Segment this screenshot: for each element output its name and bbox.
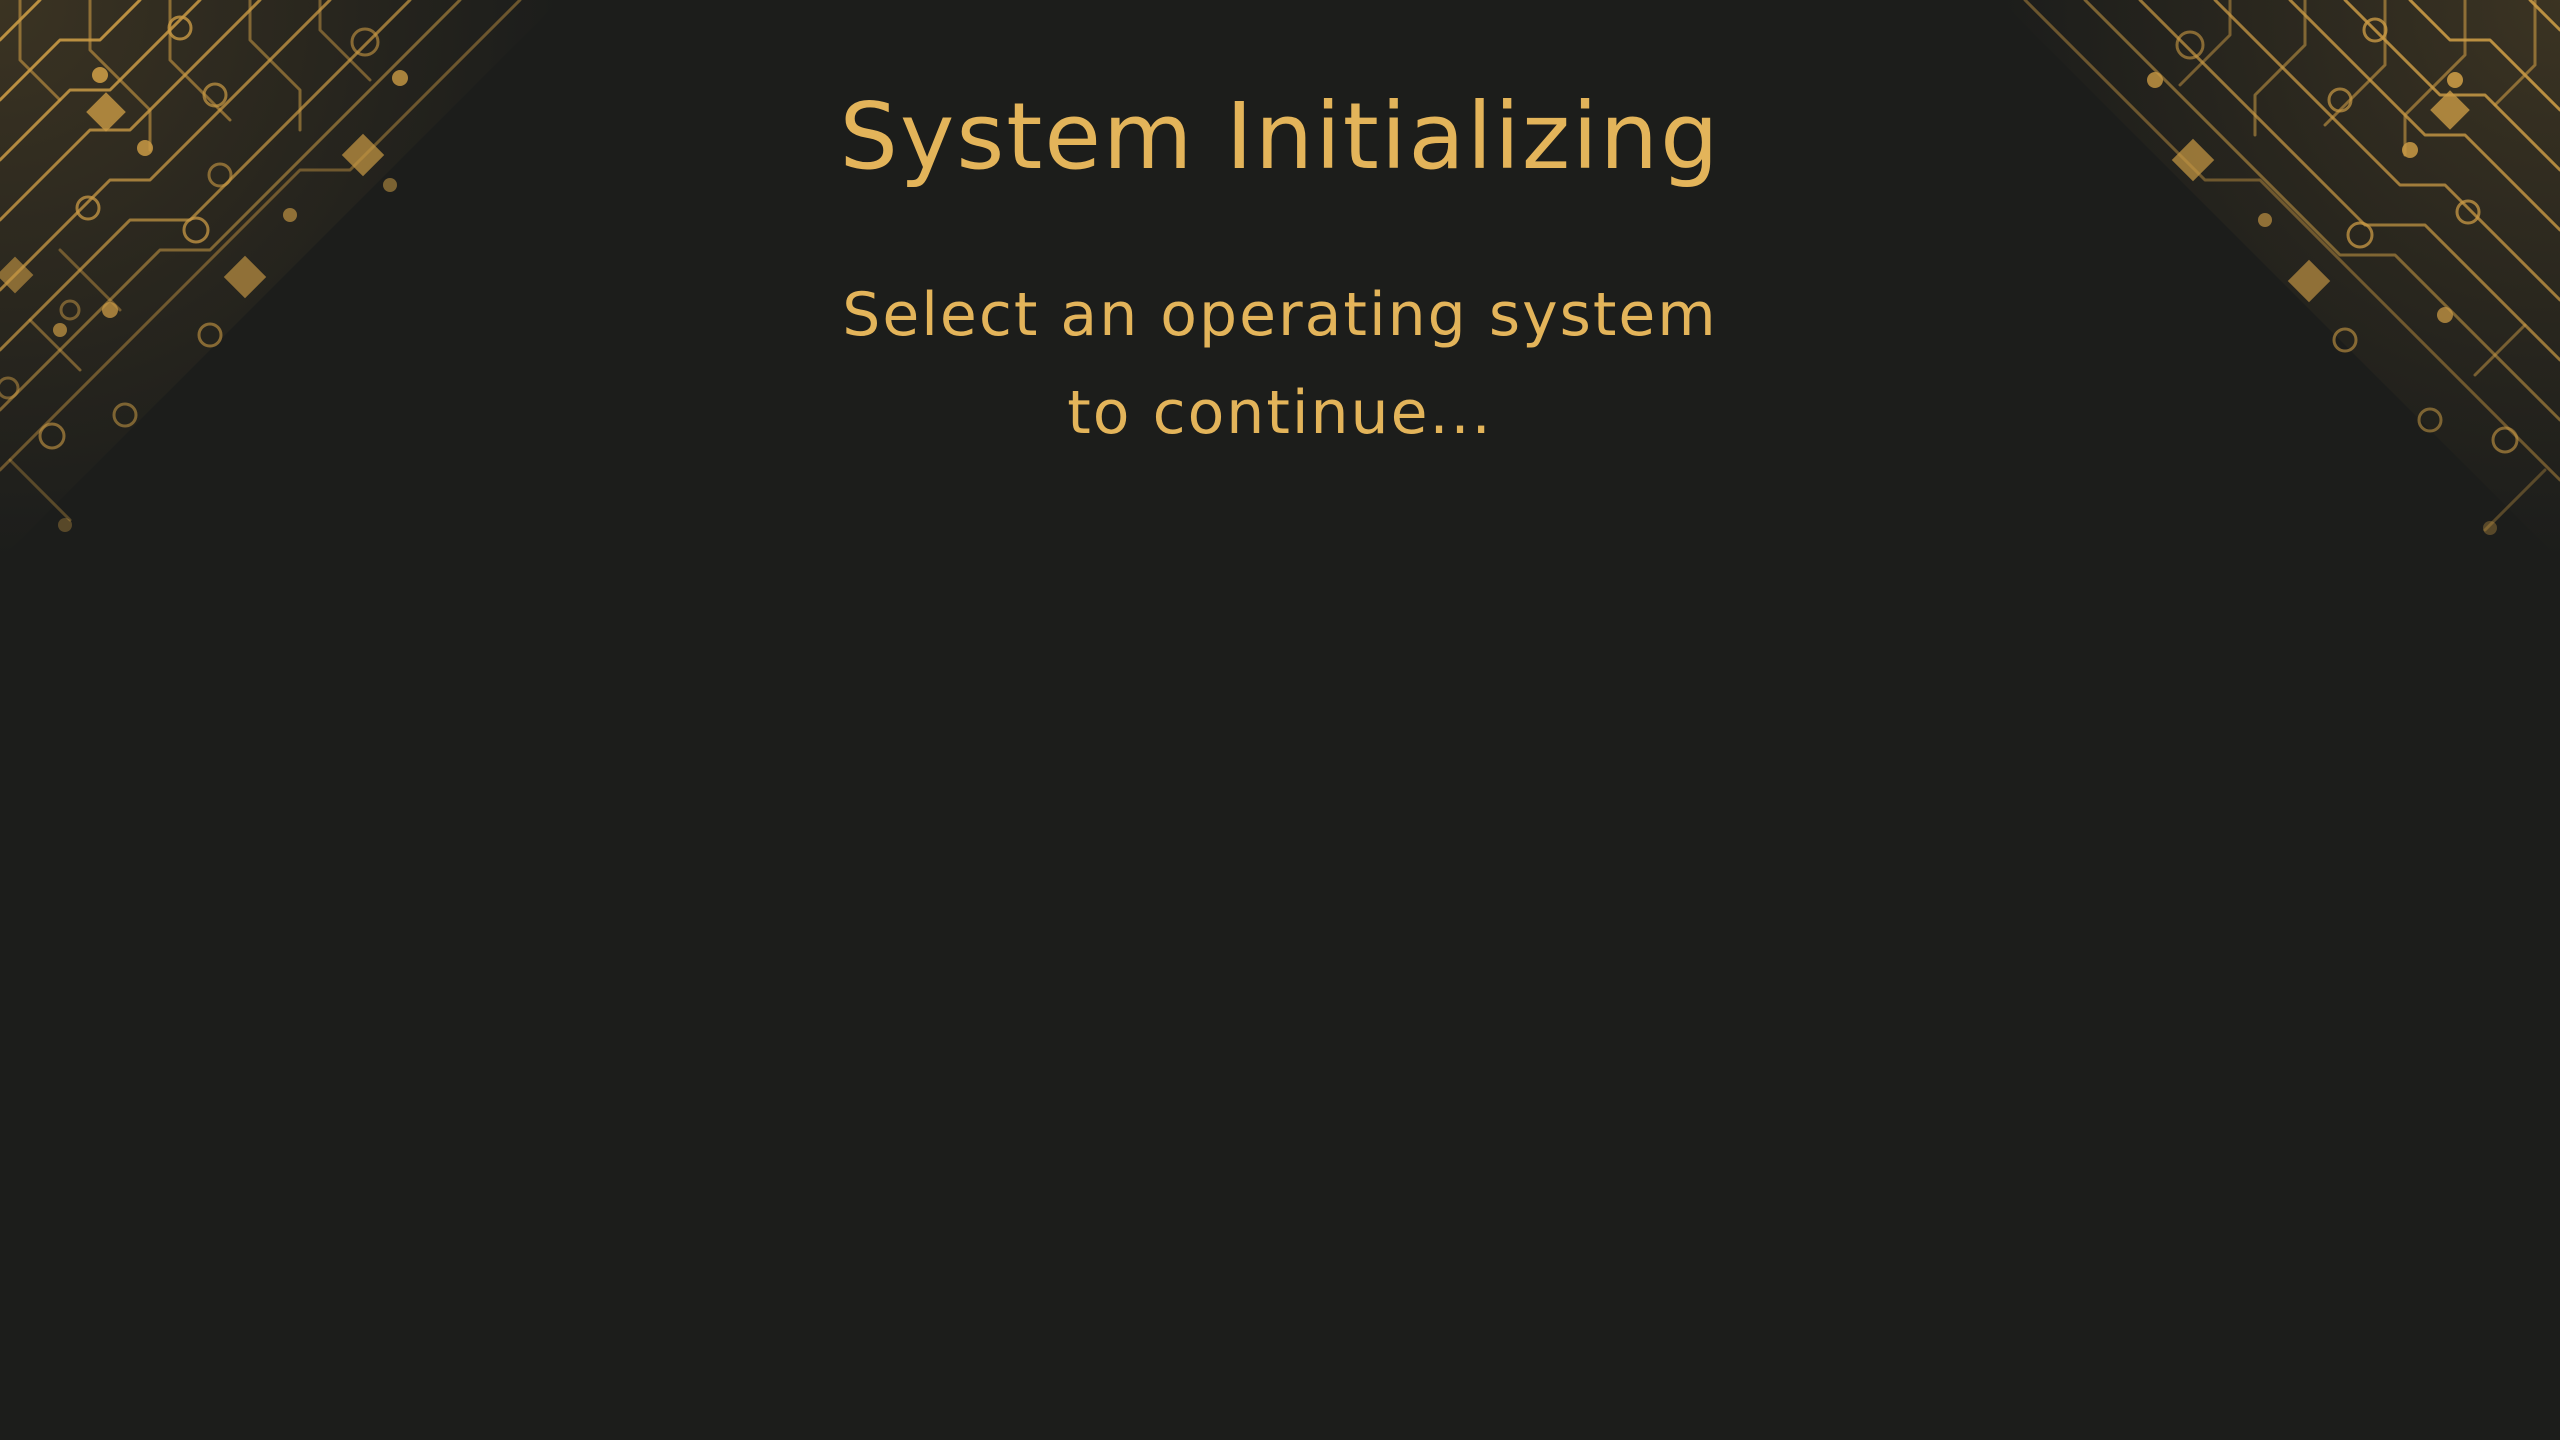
status-message-line-1: Select an operating system <box>842 280 1718 350</box>
boot-screen: System Initializing Select an operating … <box>0 0 2560 1440</box>
page-title: System Initializing <box>839 83 1721 190</box>
status-message-line-2: to continue... <box>1067 378 1493 448</box>
status-message: Select an operating system to continue..… <box>0 266 2560 462</box>
